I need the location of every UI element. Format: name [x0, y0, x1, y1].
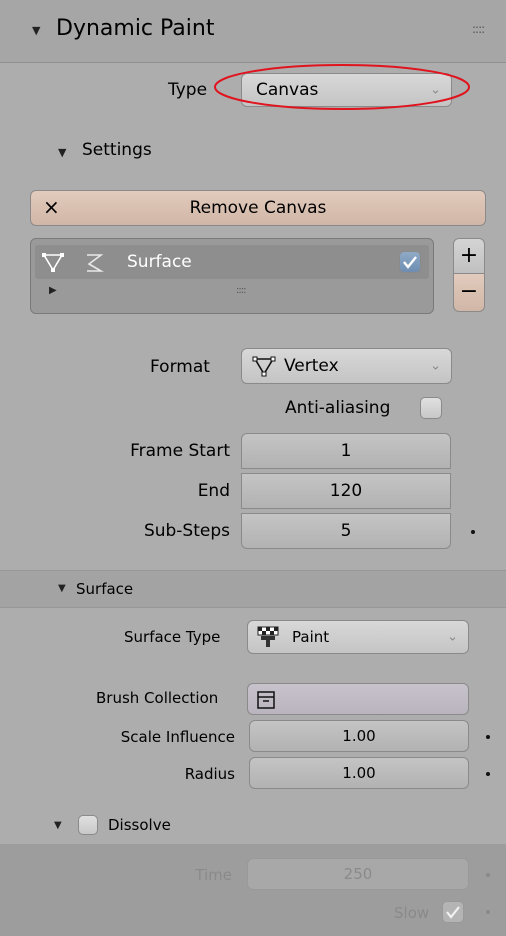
keyframe-dot-icon[interactable] [486, 873, 490, 877]
surface-item-label: Surface [127, 252, 192, 272]
substeps-value: 5 [340, 521, 352, 541]
frame-start-field[interactable]: 1 [241, 433, 451, 469]
checkerboard-paint-icon [257, 626, 279, 647]
surface-type-label: Surface Type [124, 628, 221, 646]
paint-brush-icon [87, 254, 104, 272]
antialias-label: Anti-aliasing [285, 398, 391, 418]
dissolve-label: Dissolve [108, 816, 171, 834]
format-label: Format [150, 357, 210, 377]
dissolve-expand-icon[interactable]: ▼ [54, 820, 62, 831]
settings-label[interactable]: Settings [82, 140, 152, 160]
end-value: 120 [329, 481, 363, 501]
substeps-field[interactable]: 5 [241, 513, 451, 549]
settings-expand-icon: ▼ [58, 146, 67, 159]
radius-field[interactable]: 1.00 [249, 757, 469, 789]
antialias-checkbox[interactable] [420, 397, 442, 419]
end-label: End [197, 481, 230, 501]
scale-influence-label: Scale Influence [120, 728, 235, 746]
surface-list-item[interactable]: Surface [35, 245, 429, 279]
surface-header-label: Surface [76, 580, 134, 598]
mesh-vertex-icon [252, 356, 276, 377]
keyframe-dot-icon[interactable] [486, 910, 490, 914]
drag-handle-icon[interactable]: :::: [472, 22, 485, 36]
surface-expand-icon: ▼ [58, 583, 66, 594]
expand-triangle-icon: ▼ [32, 24, 41, 37]
list-resize-handle-icon[interactable]: :::: [236, 285, 247, 296]
keyframe-dot-icon[interactable] [471, 530, 475, 534]
radius-value: 1.00 [342, 764, 376, 782]
time-field[interactable]: 250 [247, 858, 469, 890]
end-field[interactable]: 120 [241, 473, 451, 509]
chevron-down-icon: ⌄ [447, 629, 458, 645]
remove-icon: − [459, 279, 479, 304]
substeps-label: Sub-Steps [143, 521, 230, 541]
mesh-vertex-icon [42, 253, 64, 272]
remove-canvas-label: Remove Canvas [189, 198, 327, 218]
highlight-ellipse [214, 64, 470, 110]
radius-label: Radius [184, 765, 235, 783]
list-expand-icon[interactable]: ▶ [49, 285, 57, 296]
checkmark-icon [446, 906, 460, 919]
dynamic-paint-header[interactable]: ▼ Dynamic Paint :::: [0, 0, 506, 63]
format-value: Vertex [284, 356, 339, 376]
keyframe-dot-icon[interactable] [486, 735, 490, 739]
surface-type-dropdown[interactable]: Paint ⌄ [247, 620, 469, 654]
scale-influence-value: 1.00 [342, 727, 376, 745]
format-dropdown[interactable]: Vertex ⌄ [241, 348, 452, 384]
time-label: Time [195, 866, 232, 884]
surface-enabled-checkbox[interactable] [399, 251, 421, 273]
time-value: 250 [343, 865, 373, 883]
frame-start-value: 1 [340, 441, 352, 461]
type-label: Type [168, 80, 208, 100]
dissolve-checkbox[interactable] [78, 815, 98, 835]
collection-icon [257, 691, 275, 709]
scale-influence-field[interactable]: 1.00 [249, 720, 469, 752]
brush-collection-field[interactable] [247, 683, 469, 715]
panel-title: Dynamic Paint [56, 16, 215, 41]
slow-checkbox[interactable] [442, 901, 464, 923]
brush-collection-label: Brush Collection [96, 689, 219, 707]
surface-header[interactable]: ▼ Surface [0, 570, 506, 608]
add-icon: + [459, 243, 479, 268]
checkmark-icon [403, 256, 417, 269]
chevron-down-icon: ⌄ [430, 358, 441, 374]
surface-list: Surface ▶ :::: [30, 238, 434, 314]
list-add-button[interactable]: + [453, 238, 485, 274]
remove-canvas-button[interactable]: × Remove Canvas [30, 190, 486, 226]
slow-label: Slow [394, 904, 430, 922]
surface-type-value: Paint [292, 628, 330, 646]
frame-start-label: Frame Start [130, 441, 230, 461]
keyframe-dot-icon[interactable] [486, 772, 490, 776]
list-remove-button[interactable]: − [453, 274, 485, 312]
